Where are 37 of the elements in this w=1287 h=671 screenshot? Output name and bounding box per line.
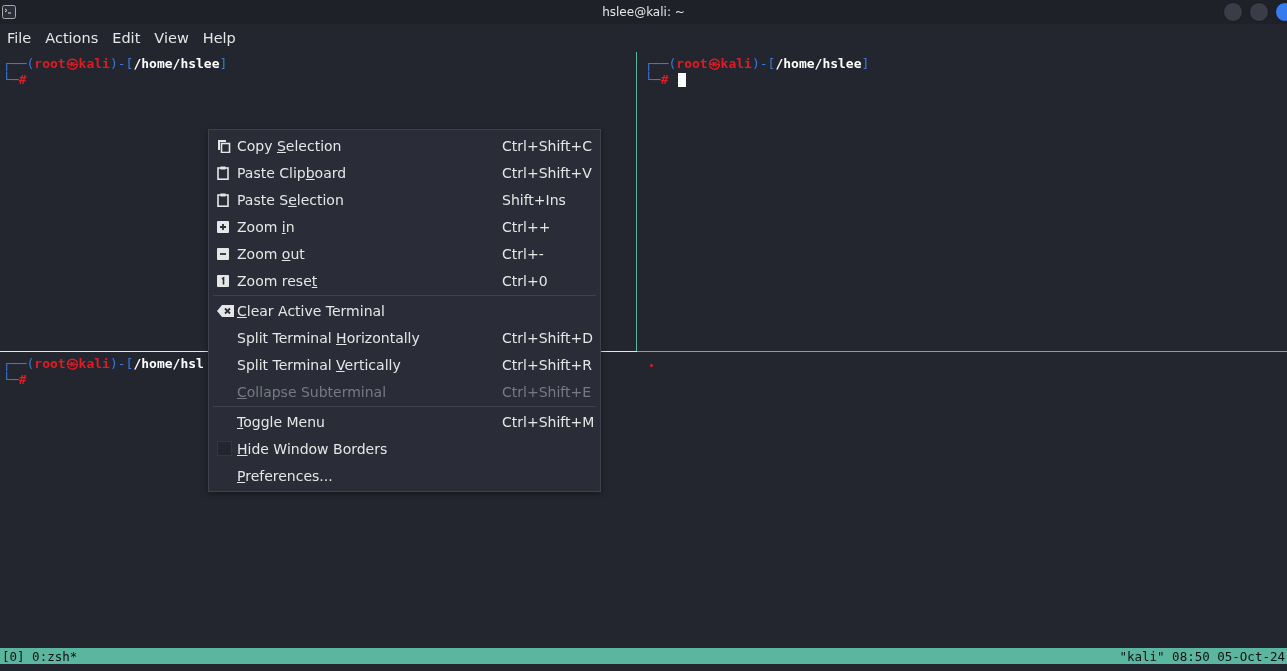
maximize-button[interactable] xyxy=(1249,2,1269,22)
menu-item[interactable]: Paste Clipboard Ctrl+Shift+V xyxy=(209,159,600,186)
marker-dot xyxy=(650,364,653,367)
clock-label: "kali" 08:50 05-Oct-24 xyxy=(1119,648,1285,664)
prompt-line: └─# xyxy=(3,372,27,388)
terminal-icon xyxy=(2,5,16,19)
session-label: [0] 0:zsh* xyxy=(2,648,78,664)
clipboard-icon xyxy=(217,192,229,207)
window-title: hslee@kali: ~ xyxy=(602,5,685,19)
prompt-line: └─# xyxy=(3,72,27,88)
menu-item[interactable]: Preferences... xyxy=(209,462,600,489)
menu-item[interactable]: Clear Active Terminal xyxy=(209,297,600,324)
menu-item[interactable]: File xyxy=(0,30,39,46)
prompt-line: └─# xyxy=(645,72,669,88)
menu-item[interactable]: Copy Selection Ctrl+Shift+C xyxy=(209,132,600,159)
prompt-line: ┌──(root㉿kali)-[/home/hslee] xyxy=(3,56,228,72)
prompt-line: ┌──(root㉿kali)-[/home/hslee] xyxy=(645,56,870,72)
menu-item[interactable]: Hide Window Borders xyxy=(209,435,600,462)
menu-item[interactable]: Zoom in Ctrl++ xyxy=(209,213,600,240)
menu-item[interactable]: View xyxy=(147,30,196,46)
copy-icon xyxy=(217,138,231,153)
menu-item[interactable]: Split Terminal Horizontally Ctrl+Shift+D xyxy=(209,324,600,351)
prompt-line: ┌──(root㉿kali)-[/home/hsl xyxy=(3,356,204,372)
menu-item[interactable]: Split Terminal Vertically Ctrl+Shift+R xyxy=(209,351,600,378)
menu-item[interactable]: Actions xyxy=(38,30,106,46)
menu-item[interactable]: Zoom out Ctrl+- xyxy=(209,240,600,267)
menu-item[interactable]: Zoom reset Ctrl+0 xyxy=(209,267,600,294)
zoom-reset-icon xyxy=(217,274,229,287)
minus-icon xyxy=(217,247,229,260)
menu-item[interactable]: Edit xyxy=(105,30,148,46)
clipboard-icon xyxy=(217,165,229,180)
menu-item[interactable]: Paste Selection Shift+Ins xyxy=(209,186,600,213)
menu-item[interactable]: Help xyxy=(195,30,243,46)
backspace-icon xyxy=(217,304,234,317)
plus-icon xyxy=(217,220,229,233)
menu-item[interactable]: Toggle Menu Ctrl+Shift+M xyxy=(209,408,600,435)
minimize-button[interactable] xyxy=(1223,2,1243,22)
